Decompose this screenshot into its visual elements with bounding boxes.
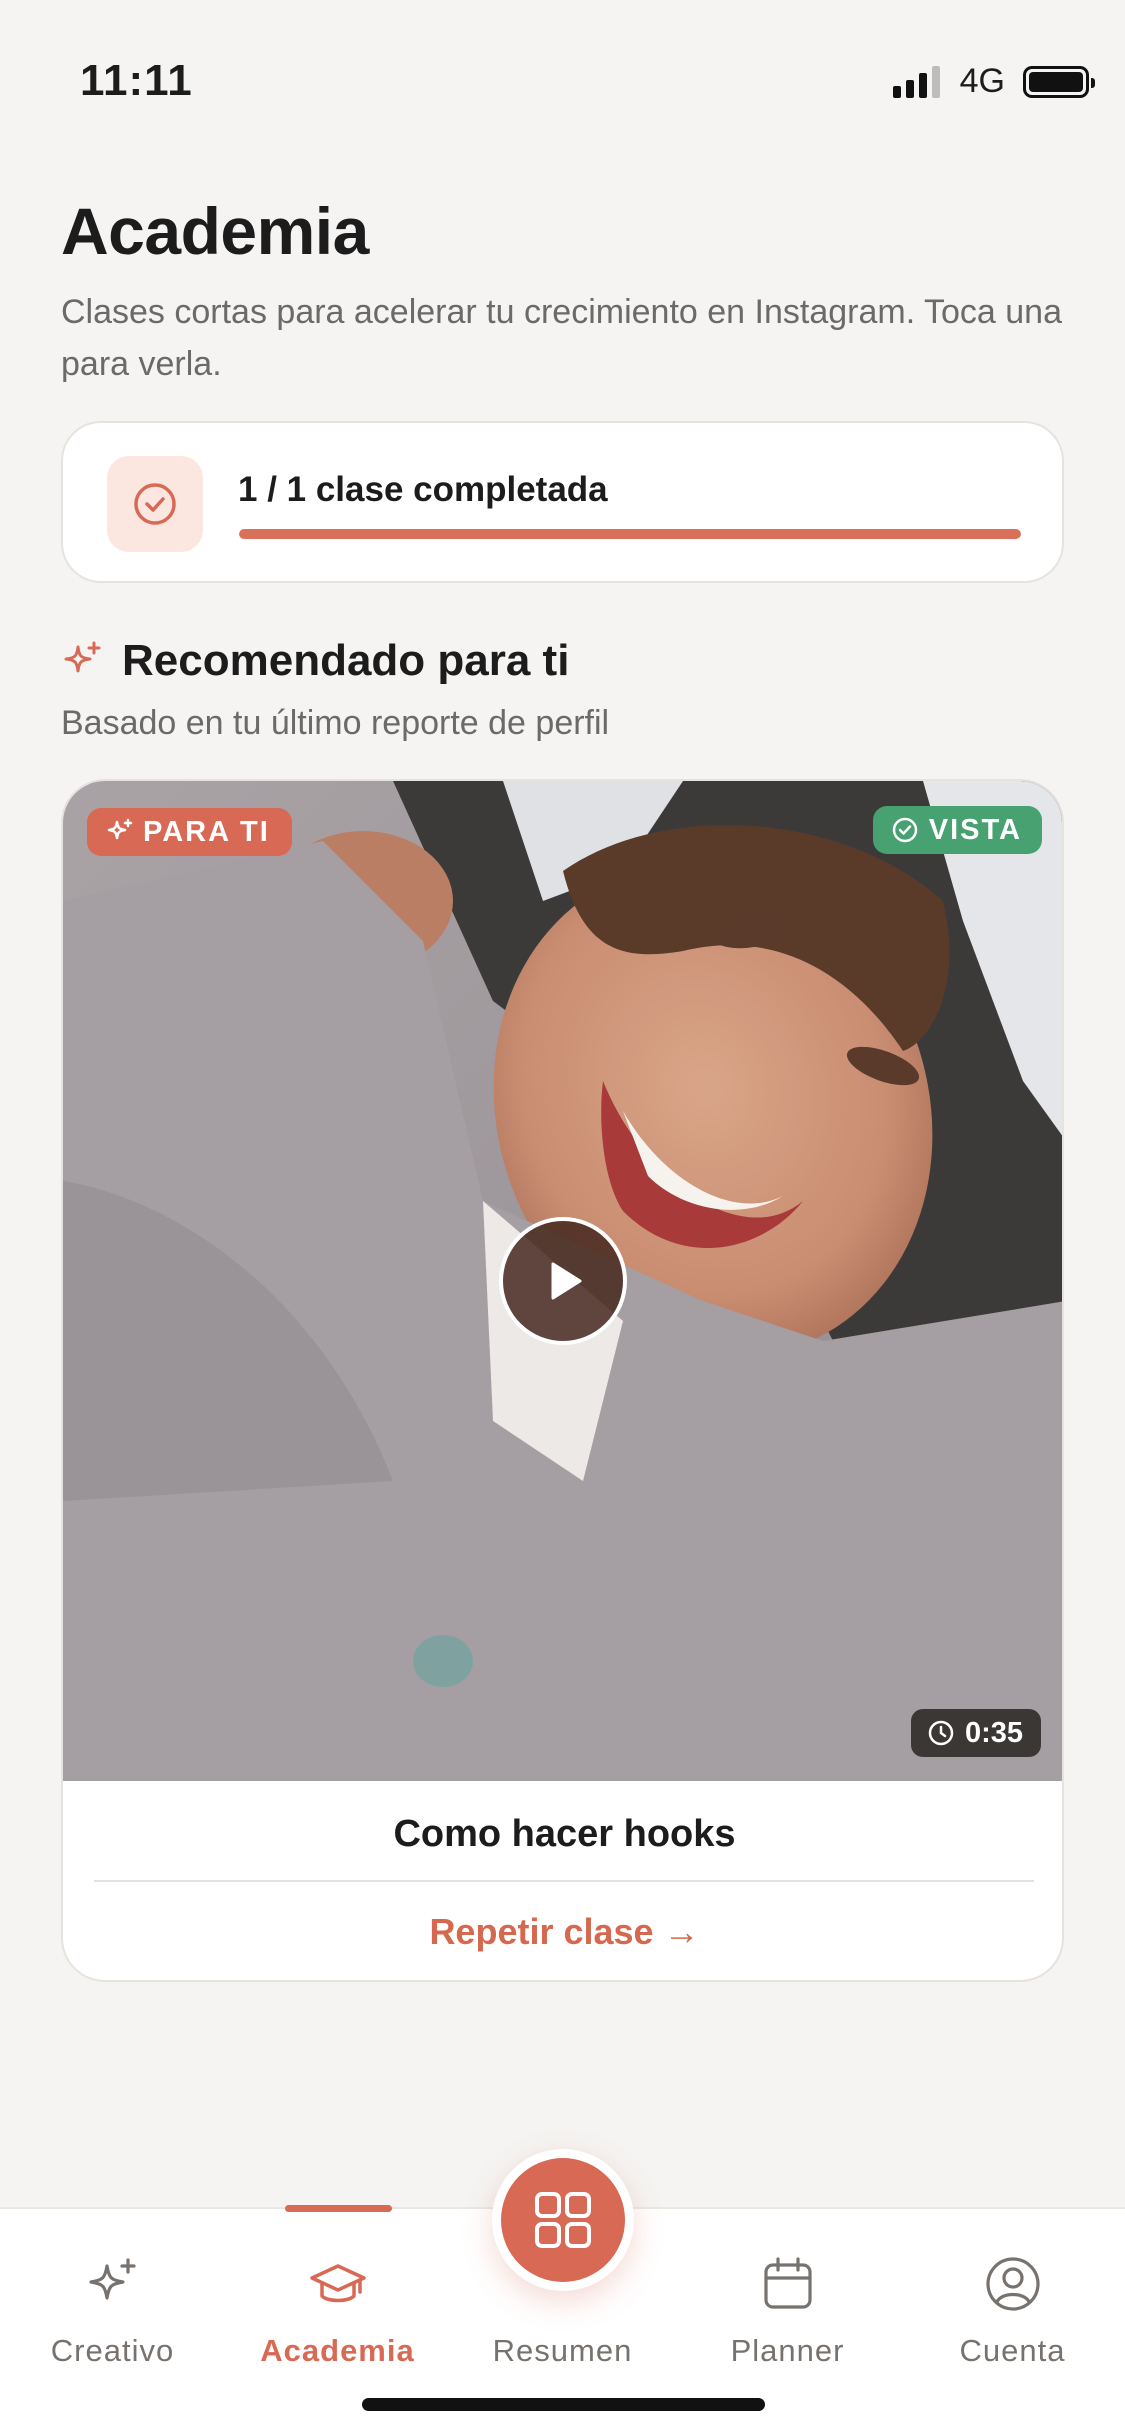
battery-icon <box>1023 65 1095 98</box>
academia-screen: 11:11 4G Academia Clases cortas para ace… <box>0 0 1125 2436</box>
repeat-lesson-button[interactable]: Repetir clase → <box>63 1911 1062 1953</box>
check-circle-icon <box>892 817 917 843</box>
resumen-fab[interactable] <box>492 2149 634 2291</box>
tab-label: Academia <box>260 2333 415 2368</box>
duration-label: 0:35 <box>964 1716 1023 1749</box>
badge-recommended: PARA TI <box>87 808 292 856</box>
check-circle-icon <box>107 456 203 552</box>
status-indicators: 4G <box>892 62 1095 101</box>
lesson-title: Como hacer hooks <box>393 1813 736 1855</box>
tab-label: Creativo <box>50 2333 175 2368</box>
page-title: Academia <box>61 194 369 268</box>
section-heading: Recomendado para ti <box>60 636 569 686</box>
progress-label: 1 / 1 clase completada <box>238 470 608 509</box>
tab-label: Resumen <box>492 2333 633 2368</box>
active-tab-indicator <box>285 2205 392 2212</box>
tab-creativo[interactable]: Creativo <box>0 2239 225 2399</box>
calendar-icon <box>753 2249 823 2319</box>
lesson-card[interactable]: PARA TI VISTA 0:35 Como hacer hooks Repe… <box>61 779 1064 1982</box>
duration-badge: 0:35 <box>910 1709 1041 1757</box>
section-subtitle: Basado en tu último reporte de perfil <box>61 704 610 742</box>
badge-status: VISTA <box>872 806 1042 854</box>
network-label: 4G <box>959 62 1005 100</box>
divider <box>94 1880 1034 1882</box>
signal-icon <box>892 65 940 98</box>
progress-bar-fill <box>239 529 1021 539</box>
grid-icon <box>535 2192 591 2248</box>
sparkle-icon <box>78 2249 148 2319</box>
home-indicator <box>362 2398 765 2411</box>
tab-label: Planner <box>730 2333 845 2368</box>
progress-bar <box>239 529 1021 539</box>
sparkle-icon <box>64 641 101 673</box>
tab-planner[interactable]: Planner <box>675 2239 900 2399</box>
tab-cuenta[interactable]: Cuenta <box>900 2239 1125 2399</box>
play-icon <box>551 1262 582 1300</box>
lesson-thumbnail[interactable]: PARA TI VISTA 0:35 <box>63 781 1062 1781</box>
section-title: Recomendado para ti <box>122 636 570 685</box>
progress-card: 1 / 1 clase completada <box>61 421 1064 583</box>
badge-status-label: VISTA <box>928 813 1022 846</box>
status-bar: 11:11 4G <box>0 0 1125 150</box>
resumen-fab-button[interactable] <box>501 2158 625 2282</box>
tab-label: Cuenta <box>959 2333 1066 2368</box>
status-time: 11:11 <box>80 56 193 105</box>
play-button[interactable] <box>499 1217 627 1345</box>
user-circle-icon <box>978 2249 1048 2319</box>
clock-icon <box>928 1720 954 1746</box>
sparkle-icon <box>107 818 133 840</box>
page-subtitle: Clases cortas para acelerar tu crecimien… <box>61 293 1062 383</box>
graduation-cap-icon <box>303 2249 373 2319</box>
badge-recommended-label: PARA TI <box>143 815 270 848</box>
tab-academia[interactable]: Academia <box>225 2239 450 2399</box>
